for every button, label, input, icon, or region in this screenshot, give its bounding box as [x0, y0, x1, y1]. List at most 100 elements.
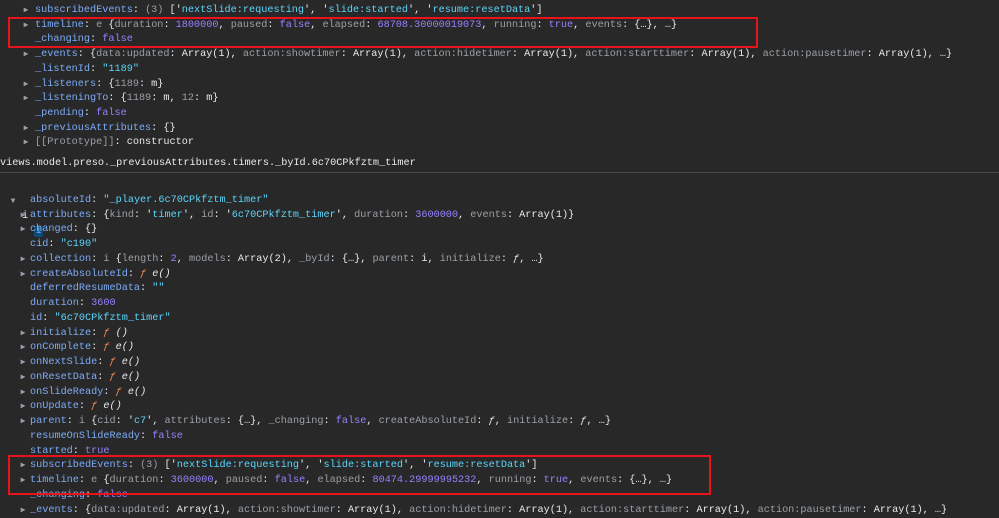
- property-text: _listeningTo: {1189: m, 12: m}: [35, 91, 218, 106]
- property-value-token: e(): [152, 268, 171, 280]
- property-value-token: 1189: [126, 93, 152, 105]
- property-key: subscribedEvents: [30, 460, 128, 472]
- property-value-token: ',: [335, 209, 355, 221]
- property-value-token: e(): [103, 401, 122, 413]
- property-value-token: ,: [310, 19, 323, 31]
- property-value-token: false: [152, 430, 183, 442]
- property-value-token: (): [115, 327, 128, 339]
- property-key: timeline: [30, 475, 79, 487]
- property-text: onUpdate: ƒ e(): [30, 399, 122, 414]
- expand-right-icon[interactable]: ▶: [19, 340, 27, 355]
- property-value-token: events: [470, 209, 507, 221]
- property-key: onNextSlide: [30, 357, 98, 369]
- property-value-token: ƒ: [103, 327, 116, 339]
- expand-right-icon[interactable]: ▶: [22, 121, 30, 136]
- property-value-token: true: [548, 19, 574, 31]
- property-value-token: e: [91, 475, 104, 487]
- object-root-row[interactable]: ▼ i i: [0, 179, 44, 237]
- property-value-token: :: [103, 386, 116, 398]
- property-value-token: :: [365, 19, 378, 31]
- property-text: [[Prototype]]: constructor: [35, 135, 194, 150]
- property-value-token: : Array(1),: [340, 49, 415, 61]
- property-text: onResetData: ƒ e(): [30, 370, 140, 385]
- property-text: _previousAttributes: {}: [35, 121, 176, 136]
- property-text: _events: {data:updated: Array(1), action…: [35, 47, 952, 62]
- expand-right-icon[interactable]: ▶: [19, 414, 27, 429]
- expand-right-icon[interactable]: ▶: [22, 47, 30, 62]
- property-value-token: : m}: [194, 93, 219, 105]
- property-value-token: : {: [108, 93, 127, 105]
- property-path: views.model.preso._previousAttributes.ti…: [0, 158, 416, 169]
- property-value-token: :: [91, 195, 104, 206]
- property-value-token: : Array(1),: [684, 504, 758, 516]
- property-value-token: : i,: [409, 253, 440, 265]
- property-key: initialize: [30, 327, 92, 339]
- expand-right-icon[interactable]: ▶: [19, 326, 27, 341]
- property-value-token: :: [90, 63, 103, 75]
- expand-right-icon[interactable]: ▶: [22, 135, 30, 150]
- property-value-token: :: [360, 475, 373, 487]
- property-key: _previousAttributes: [35, 122, 152, 134]
- property-value-token: :: [267, 19, 280, 31]
- property-value-token: i: [103, 253, 116, 265]
- expand-right-icon[interactable]: ▶: [19, 370, 27, 385]
- expand-right-icon[interactable]: ▶: [19, 252, 27, 267]
- property-value-token: resume:resetData: [432, 5, 531, 16]
- expand-right-icon[interactable]: ▶: [19, 208, 27, 223]
- expand-right-icon[interactable]: ▶: [22, 3, 30, 18]
- property-value-token: 3600000: [170, 475, 214, 487]
- property-value-token: ,: [573, 19, 586, 31]
- property-text: _listenId: "1189": [35, 62, 139, 77]
- expand-right-icon[interactable]: ▶: [22, 18, 30, 33]
- property-value-token: true: [543, 475, 569, 487]
- property-value-token: : m}: [138, 78, 164, 90]
- property-value-token: ,: [305, 475, 318, 487]
- expand-right-icon[interactable]: ▶: [22, 91, 30, 106]
- expand-right-icon[interactable]: ▶: [22, 77, 30, 92]
- property-value-token: :: [568, 416, 581, 428]
- property-value-token: ,: [494, 416, 507, 428]
- expand-right-icon[interactable]: ▶: [19, 222, 27, 237]
- expand-right-icon[interactable]: ▶: [19, 355, 27, 370]
- property-text: attributes: {kind: 'timer', id: '6c70CPk…: [30, 208, 574, 223]
- property-value-token: action:showtimer: [237, 504, 336, 516]
- expand-right-icon[interactable]: ▶: [19, 473, 27, 488]
- property-key: _listenId: [35, 63, 91, 75]
- property-value-token: :: [97, 371, 110, 383]
- property-value-token: : {: [77, 49, 97, 61]
- property-value-token: false: [274, 475, 306, 487]
- property-text: onSlideReady: ƒ e(): [30, 385, 146, 400]
- property-value-token: :: [90, 34, 103, 46]
- property-value-token: action:starttimer: [585, 49, 690, 61]
- property-value-token: : {…},: [225, 416, 269, 428]
- property-value-token: :: [83, 19, 97, 31]
- expand-down-icon[interactable]: ▼: [9, 194, 17, 209]
- property-value-token: ']: [525, 460, 538, 472]
- property-text: cid: "c190": [30, 237, 97, 252]
- property-value-token: : Array(1),: [511, 49, 586, 61]
- property-value-token: :: [127, 460, 141, 472]
- property-key: collection: [30, 253, 92, 265]
- property-value-token: "c190": [60, 239, 98, 251]
- property-text: duration: 3600: [30, 296, 116, 311]
- property-value-token: nextSlide:requesting: [176, 460, 300, 472]
- expand-right-icon[interactable]: ▶: [19, 385, 27, 400]
- expand-right-icon[interactable]: ▶: [19, 503, 27, 518]
- property-text: _pending: false: [35, 106, 127, 121]
- expand-right-icon[interactable]: ▶: [19, 267, 27, 282]
- property-value-token: data:updated: [96, 49, 170, 61]
- property-value-token: , …}: [586, 416, 611, 428]
- property-value-token: kind: [109, 209, 134, 221]
- property-value-token: , …}: [519, 253, 544, 265]
- property-value-token: :: [91, 253, 104, 265]
- property-value-token: : {…}, …}: [617, 475, 673, 487]
- property-key: absoluteId: [30, 195, 92, 206]
- property-value-token: slide:started: [328, 5, 408, 16]
- property-value-token: 68708.30000019073: [377, 19, 482, 31]
- expand-right-icon[interactable]: ▶: [19, 399, 27, 414]
- property-key: deferredResumeData: [30, 283, 141, 295]
- expand-right-icon[interactable]: ▶: [19, 458, 27, 473]
- property-value-token: running: [488, 475, 532, 487]
- property-value-token: timer: [152, 209, 183, 221]
- property-value-token: duration: [354, 209, 403, 221]
